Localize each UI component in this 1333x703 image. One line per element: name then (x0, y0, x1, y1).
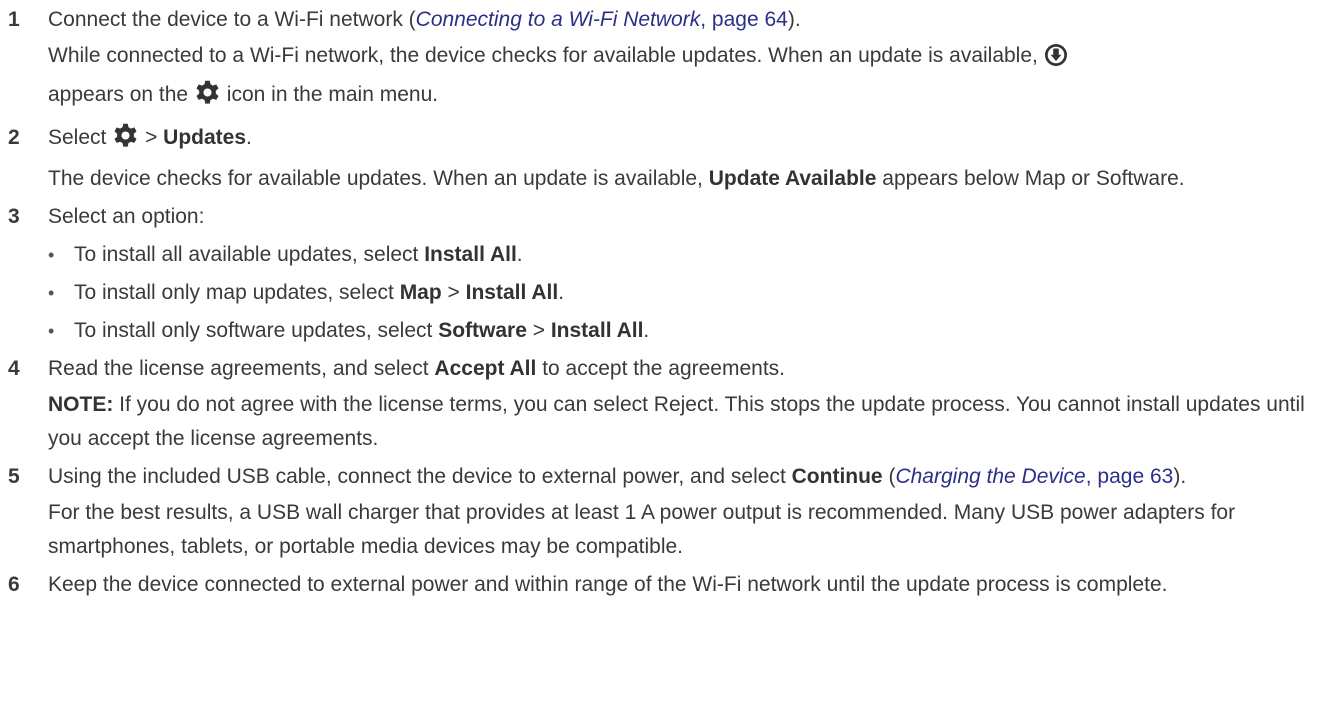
gear-icon (194, 79, 221, 117)
step-number: 2 (8, 126, 20, 149)
note-label: NOTE: (48, 393, 114, 416)
step-number: 3 (8, 205, 20, 228)
note-text: If you do not agree with the license ter… (48, 393, 1305, 450)
step-description: For the best results, a USB wall charger… (48, 501, 1236, 558)
step-number: 1 (8, 8, 20, 31)
step-description: While connected to a Wi-Fi network, the … (48, 39, 1333, 117)
step-5: 5 Using the included USB cable, connect … (8, 460, 1333, 564)
step-text: Read the license agreements, and select … (48, 357, 785, 380)
step-text: Connect the device to a Wi-Fi network (C… (48, 8, 801, 31)
list-item: • To install only software updates, sele… (48, 314, 1333, 348)
list-item: • To install only map updates, select Ma… (48, 276, 1333, 310)
note: NOTE: If you do not agree with the licen… (48, 388, 1333, 456)
cross-reference-link[interactable]: Charging the Device, page 63 (895, 465, 1173, 488)
bullet-icon: • (48, 245, 55, 265)
step-4: 4 Read the license agreements, and selec… (8, 352, 1333, 456)
gear-icon (112, 122, 139, 160)
step-text: Keep the device connected to external po… (48, 573, 1168, 596)
step-number: 6 (8, 573, 20, 596)
download-circle-icon (1044, 43, 1068, 78)
step-description: The device checks for available updates.… (48, 167, 1185, 190)
list-item: • To install all available updates, sele… (48, 238, 1333, 272)
cross-reference-link[interactable]: Connecting to a Wi-Fi Network, page 64 (416, 8, 788, 31)
step-number: 5 (8, 465, 20, 488)
step-text: Select an option: (48, 205, 205, 228)
step-number: 4 (8, 357, 20, 380)
option-list: • To install all available updates, sele… (48, 238, 1333, 348)
document-page: 1 Connect the device to a Wi-Fi network … (0, 0, 1333, 602)
step-6: 6 Keep the device connected to external … (8, 568, 1333, 602)
step-2: 2 Select > Updates. The device checks fo… (8, 121, 1333, 196)
bullet-icon: • (48, 283, 55, 303)
bullet-icon: • (48, 321, 55, 341)
step-3: 3 Select an option: • To install all ava… (8, 200, 1333, 348)
step-1: 1 Connect the device to a Wi-Fi network … (8, 3, 1333, 117)
step-text: Using the included USB cable, connect th… (48, 465, 1187, 488)
step-text: Select > Updates. (48, 121, 1333, 160)
